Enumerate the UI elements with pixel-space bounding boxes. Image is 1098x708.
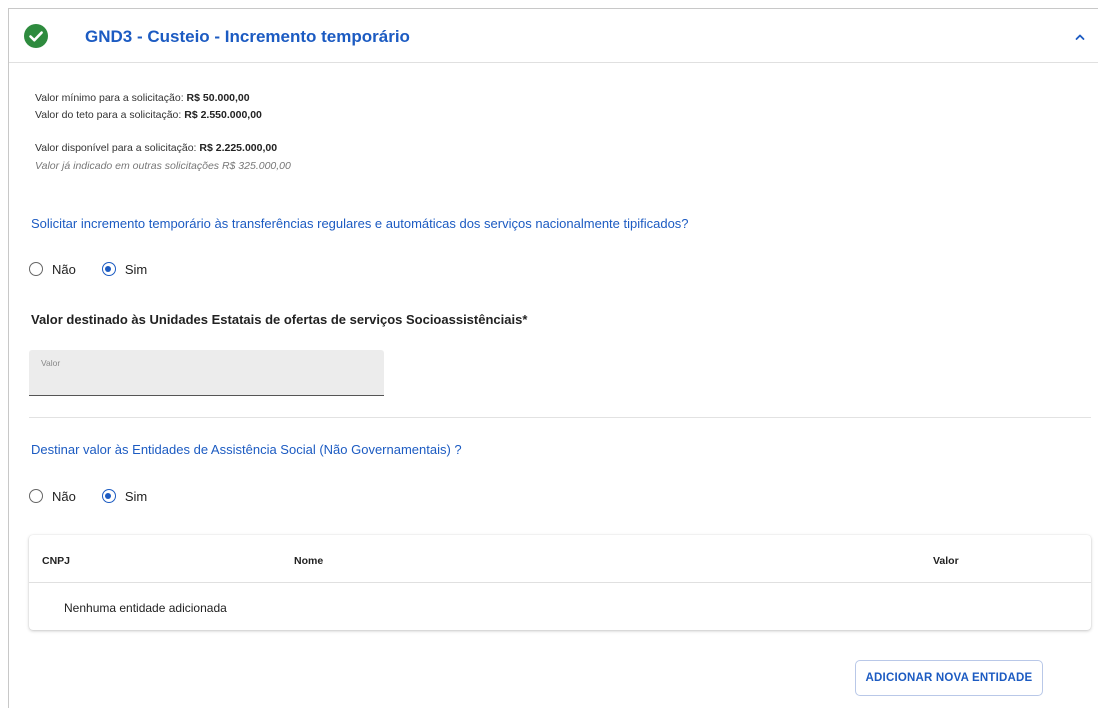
panel-header[interactable]: GND3 - Custeio - Incremento temporário: [9, 9, 1098, 63]
radio-nao-entidades[interactable]: Não: [29, 489, 76, 504]
ceiling-value-info: Valor do teto para a solicitação: R$ 2.5…: [35, 109, 262, 121]
section-divider: [29, 417, 1091, 418]
chevron-up-icon[interactable]: [1074, 31, 1086, 43]
available-value-label: Valor disponível para a solicitação:: [35, 142, 200, 154]
table-header-divider: [29, 582, 1091, 583]
min-value-label: Valor mínimo para a solicitação:: [35, 92, 187, 104]
expansion-panel: GND3 - Custeio - Incremento temporário V…: [8, 8, 1098, 708]
ceiling-value-label: Valor do teto para a solicitação:: [35, 109, 185, 121]
column-header-valor[interactable]: Valor: [933, 555, 959, 567]
column-header-cnpj[interactable]: CNPJ: [42, 555, 70, 567]
entities-table: CNPJ Nome Valor Nenhuma entidade adicion…: [29, 535, 1091, 630]
available-value-info: Valor disponível para a solicitação: R$ …: [35, 142, 277, 154]
check-circle-icon: [24, 24, 48, 48]
min-value-amount: R$ 50.000,00: [186, 92, 250, 104]
radio-group-entidades: Não Sim: [29, 486, 173, 506]
valor-input[interactable]: Valor: [29, 350, 384, 396]
panel-title: GND3 - Custeio - Incremento temporário: [85, 27, 410, 46]
radio-checked-icon[interactable]: [101, 262, 116, 276]
radio-sim-entidades[interactable]: Sim: [101, 488, 148, 504]
add-entity-button[interactable]: ADICIONAR NOVA ENTIDADE: [855, 660, 1043, 696]
radio-circle-icon[interactable]: [29, 262, 43, 276]
min-value-info: Valor mínimo para a solicitação: R$ 50.0…: [35, 92, 250, 104]
radio-checked-icon[interactable]: [101, 489, 116, 503]
radio-label: Sim: [124, 261, 148, 277]
radio-label: Não: [52, 488, 76, 504]
radio-nao-incremento[interactable]: Não: [29, 262, 76, 277]
radio-group-incremento: Não Sim: [29, 259, 173, 279]
radio-label: Não: [52, 261, 76, 277]
question-incremento: Solicitar incremento temporário às trans…: [31, 216, 689, 231]
ceiling-value-amount: R$ 2.550.000,00: [184, 109, 262, 121]
empty-table-message: Nenhuma entidade adicionada: [64, 601, 227, 615]
radio-label: Sim: [124, 488, 148, 504]
radio-sim-incremento[interactable]: Sim: [101, 261, 148, 277]
available-value-amount: R$ 2.225.000,00: [199, 142, 278, 154]
radio-circle-icon[interactable]: [29, 489, 43, 503]
state-units-title: Valor destinado às Unidades Estatais de …: [31, 312, 528, 327]
already-indicated-info: Valor já indicado em outras solicitações…: [35, 160, 291, 172]
question-entidades: Destinar valor às Entidades de Assistênc…: [31, 442, 462, 457]
valor-input-label: Valor: [41, 358, 61, 368]
column-header-nome[interactable]: Nome: [294, 555, 323, 567]
